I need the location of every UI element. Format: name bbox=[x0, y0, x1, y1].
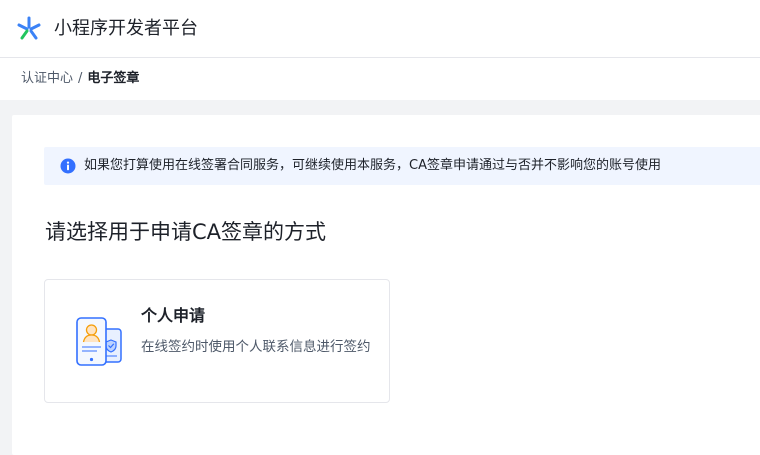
breadcrumb-bar: 认证中心 / 电子签章 bbox=[0, 58, 760, 100]
notice-text: 如果您打算使用在线签署合同服务，可继续使用本服务，CA签章申请通过与否并不影响您… bbox=[84, 158, 661, 173]
personal-application-option[interactable]: 个人申请 在线签约时使用个人联系信息进行签约 bbox=[44, 279, 390, 403]
breadcrumb-link-certification-center[interactable]: 认证中心 bbox=[21, 71, 73, 86]
breadcrumb-separator: / bbox=[78, 71, 83, 86]
miniprogram-logo-icon[interactable] bbox=[16, 16, 42, 42]
option-description: 在线签约时使用个人联系信息进行签约 bbox=[141, 339, 371, 355]
personal-id-phone-icon bbox=[76, 317, 122, 366]
top-bar: 小程序开发者平台 bbox=[0, 0, 760, 58]
info-icon bbox=[60, 158, 76, 174]
breadcrumb: 认证中心 / 电子签章 bbox=[21, 70, 139, 88]
info-notice: 如果您打算使用在线签署合同服务，可继续使用本服务，CA签章申请通过与否并不影响您… bbox=[44, 147, 760, 185]
main-content-card: 如果您打算使用在线签署合同服务，可继续使用本服务，CA签章申请通过与否并不影响您… bbox=[12, 115, 760, 455]
app-title: 小程序开发者平台 bbox=[54, 18, 198, 39]
option-title: 个人申请 bbox=[141, 306, 206, 325]
section-title: 请选择用于申请CA签章的方式 bbox=[45, 220, 327, 244]
breadcrumb-current: 电子签章 bbox=[87, 71, 140, 86]
